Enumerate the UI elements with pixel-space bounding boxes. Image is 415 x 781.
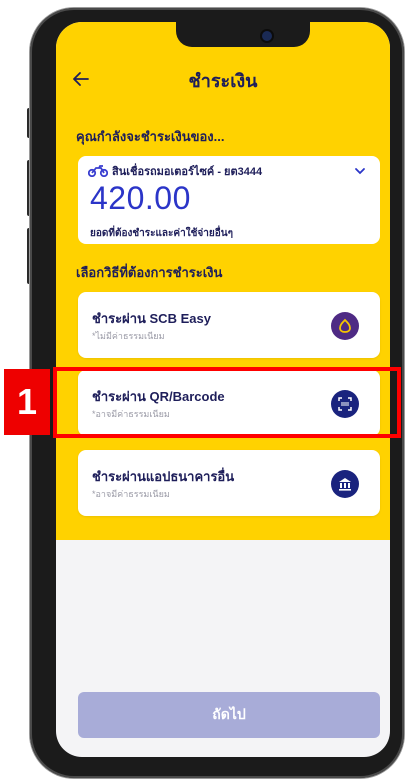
account-selector[interactable]: สินเชื่อรถมอเตอร์ไซค์ - ยต3444 420.00 ยอ… xyxy=(78,156,380,244)
amount-due: 420.00 xyxy=(90,180,191,216)
paying-for-label: คุณกำลังจะชำระเงินของ... xyxy=(76,129,225,144)
option-fee-note: *อาจมีค่าธรรมเนียม xyxy=(92,489,170,499)
option-title: ชำระผ่านแอปธนาคารอื่น xyxy=(92,469,235,484)
step-number-badge: 1 xyxy=(4,369,50,435)
page-title: ชำระเงิน xyxy=(188,71,258,91)
step-highlight-box xyxy=(53,367,401,438)
payment-option-scb-easy[interactable]: ชำระผ่าน SCB Easy *ไม่มีค่าธรรมเนียม xyxy=(78,292,380,358)
option-fee-note: *ไม่มีค่าธรรมเนียม xyxy=(92,331,165,341)
camera-icon xyxy=(262,31,272,41)
next-button[interactable]: ถัดไป xyxy=(78,692,380,738)
bank-icon xyxy=(331,470,359,498)
choose-method-label: เลือกวิธีที่ต้องการชำระเงิน xyxy=(76,265,223,280)
account-name: สินเชื่อรถมอเตอร์ไซค์ - ยต3444 xyxy=(112,166,263,178)
amount-note: ยอดที่ต้องชำระและค่าใช้จ่ายอื่นๆ xyxy=(90,228,233,239)
motorcycle-icon xyxy=(87,164,109,178)
scb-logo-icon xyxy=(331,312,359,340)
chevron-down-icon[interactable] xyxy=(354,163,366,175)
payment-option-other-bank-app[interactable]: ชำระผ่านแอปธนาคารอื่น *อาจมีค่าธรรมเนียม xyxy=(78,450,380,516)
phone-notch xyxy=(176,22,310,47)
option-title: ชำระผ่าน SCB Easy xyxy=(92,311,211,326)
